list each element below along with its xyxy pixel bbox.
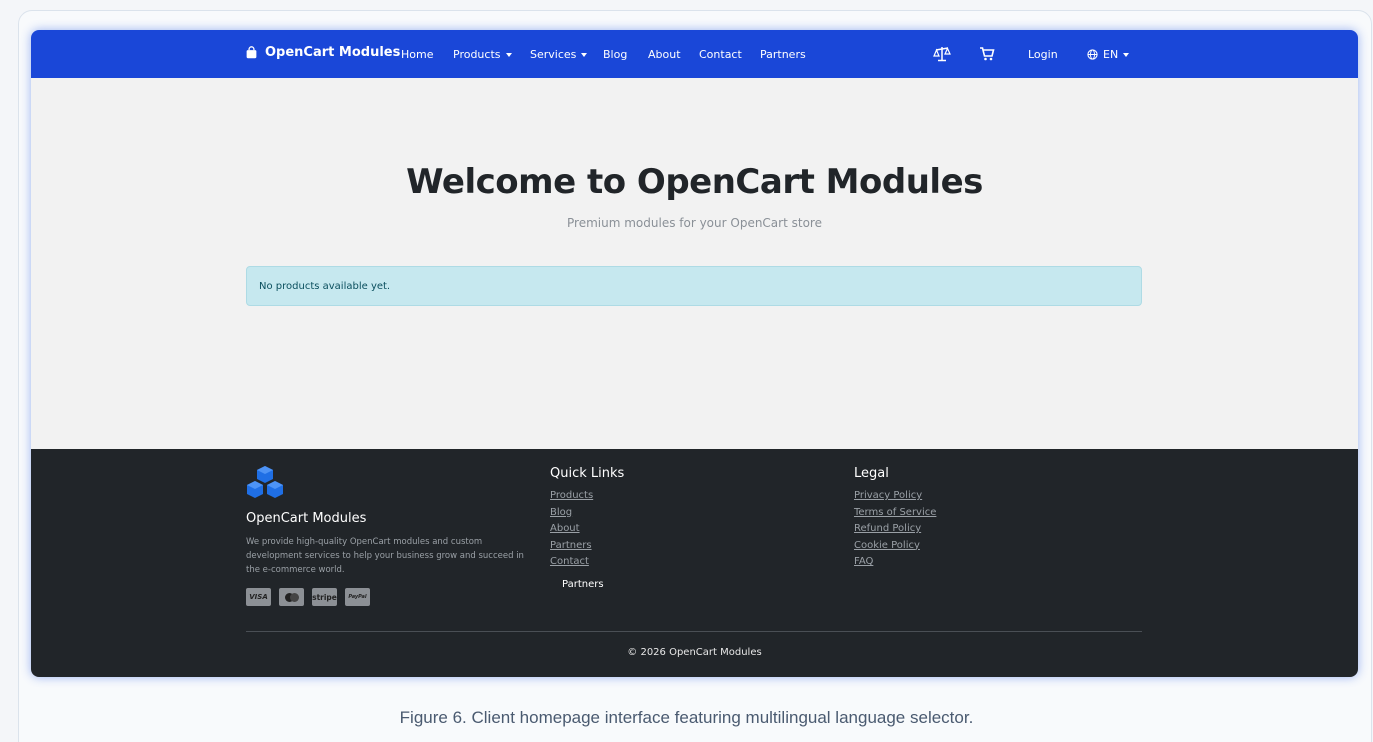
mastercard-icon [279,588,304,606]
paypal-icon: PayPal [345,588,370,606]
language-selector[interactable]: EN [1087,48,1130,61]
stripe-icon: stripe [312,588,337,606]
no-products-alert: No products available yet. [246,266,1142,306]
legal-links-list: Privacy Policy Terms of Service Refund P… [854,489,936,569]
footer-divider [246,631,1142,632]
compare-scale-icon[interactable] [933,46,951,62]
site-footer: OpenCart Modules We provide high-quality… [31,449,1358,677]
footer-link-faq[interactable]: FAQ [854,555,936,569]
alert-text: No products available yet. [259,281,391,292]
nav-home-label: Home [401,48,434,61]
footer-link-refund[interactable]: Refund Policy [854,522,936,536]
visa-icon: VISA [246,588,271,606]
nav-about[interactable]: About [648,48,681,61]
globe-icon [1087,49,1098,60]
nav-partners[interactable]: Partners [760,48,806,61]
caret-down-icon [505,53,512,57]
footer-link-blog[interactable]: Blog [550,506,593,520]
hero-title: Welcome to OpenCart Modules [406,162,983,202]
hero-subtitle: Premium modules for your OpenCart store [567,216,822,230]
language-label: EN [1103,48,1119,61]
paypal-label: PayPal [348,594,367,600]
footer-link-contact[interactable]: Contact [550,555,593,569]
brand-link[interactable]: OpenCart Modules [245,45,400,60]
footer-link-privacy[interactable]: Privacy Policy [854,489,936,503]
cubes-logo-icon [247,466,283,498]
nav-contact-label: Contact [699,48,742,61]
nav-blog[interactable]: Blog [603,48,627,61]
figure-caption: Figure 6. Client homepage interface feat… [399,708,974,727]
shopping-bag-icon [246,46,257,59]
nav-services-dropdown[interactable]: Services [530,48,588,61]
quick-links-title: Quick Links [550,466,625,481]
login-label: Login [1028,48,1058,61]
nav-contact[interactable]: Contact [699,48,742,61]
footer-brand: OpenCart Modules [246,511,367,526]
caret-down-icon [581,53,588,57]
nav-home[interactable]: Home [401,48,433,61]
nav-products-label: Products [453,48,501,61]
visa-label: VISA [249,593,268,601]
legal-title: Legal [854,466,889,481]
footer-link-terms[interactable]: Terms of Service [854,506,936,520]
stripe-label: stripe [312,592,337,602]
nav-blog-label: Blog [603,48,628,61]
footer-description: We provide high-quality OpenCart modules… [246,537,524,575]
quick-links-list: Products Blog About Partners Contact [550,489,593,569]
brand-name: OpenCart Modules [265,45,401,60]
top-navbar: OpenCart Modules Home Products Services … [31,30,1358,78]
nav-about-label: About [648,48,681,61]
mastercard-circles-icon [284,592,299,602]
nav-partners-label: Partners [760,48,806,61]
browser-viewport: OpenCart Modules Home Products Services … [31,30,1358,677]
footer-partners-link[interactable]: Partners [562,579,604,590]
footer-link-about[interactable]: About [550,522,593,536]
copyright-text: © 2026 OpenCart Modules [627,647,762,658]
footer-link-cookie[interactable]: Cookie Policy [854,539,936,553]
cart-icon[interactable] [979,47,995,61]
nav-services-label: Services [530,48,577,61]
footer-link-partners[interactable]: Partners [550,539,593,553]
nav-products-dropdown[interactable]: Products [453,48,512,61]
login-link[interactable]: Login [1028,48,1058,61]
footer-link-products[interactable]: Products [550,489,593,503]
payment-methods: VISA stripe PayPal [246,588,370,606]
caret-down-icon [1123,53,1130,57]
